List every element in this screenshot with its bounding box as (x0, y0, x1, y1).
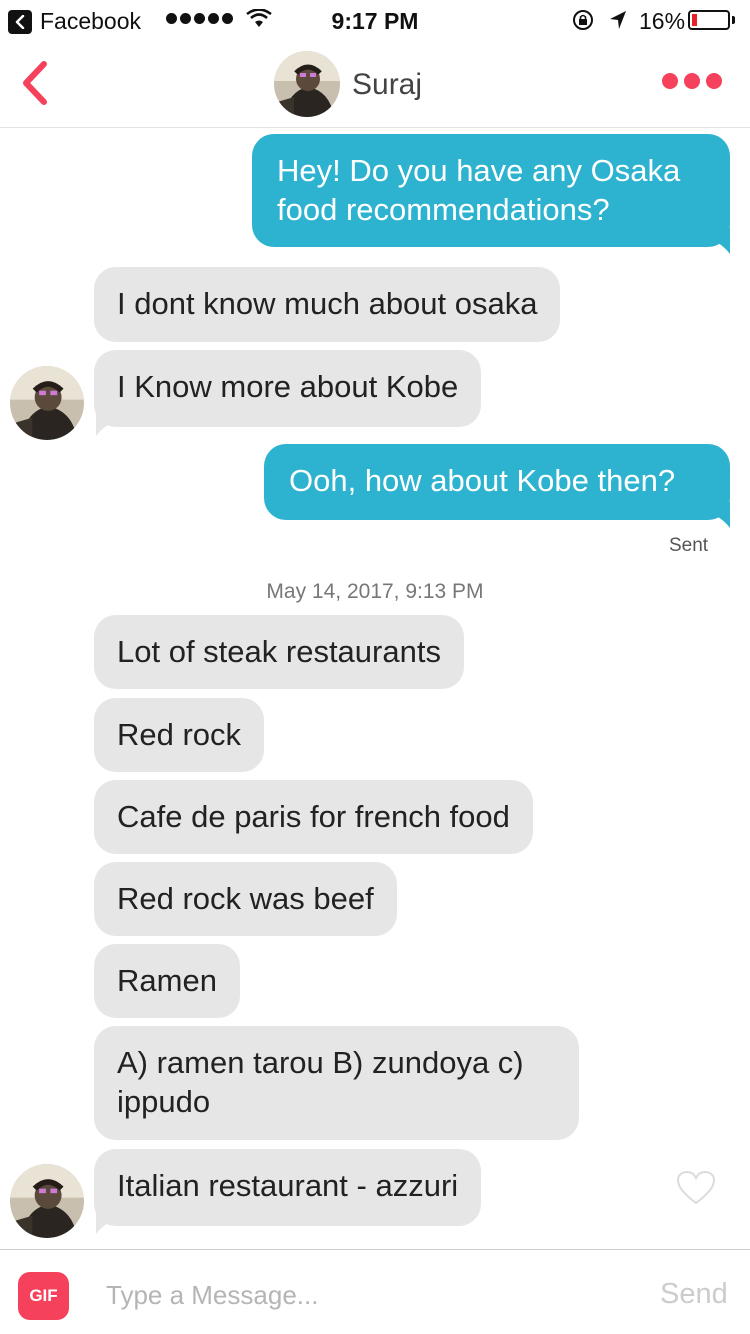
like-heart-icon[interactable] (676, 1170, 716, 1206)
message-input[interactable] (96, 1272, 636, 1318)
message-bubble-received[interactable]: Red rock was beef (94, 862, 397, 936)
bubble-tail (716, 228, 730, 254)
battery-percent: 16% (639, 8, 686, 34)
contact-avatar[interactable] (10, 366, 84, 440)
bubble-tail (96, 408, 110, 436)
status-bar: Facebook 9:17 PM 16% (0, 0, 750, 40)
message-bubble-received[interactable]: Ramen (94, 944, 240, 1018)
message-timestamp: May 14, 2017, 9:13 PM (266, 580, 484, 603)
location-arrow-icon (610, 11, 626, 29)
more-options-icon[interactable] (662, 73, 722, 89)
gif-button[interactable]: GIF (18, 1272, 69, 1320)
message-composer: GIF Send (0, 1249, 750, 1334)
message-bubble-received[interactable]: A) ramen tarou B) zundoya c) ippudo (94, 1026, 579, 1140)
clock-time: 9:17 PM (331, 8, 419, 34)
message-bubble-sent[interactable]: Ooh, how about Kobe then? (264, 444, 730, 520)
message-bubble-received[interactable]: Lot of steak restaurants (94, 615, 464, 689)
contact-avatar[interactable] (274, 51, 340, 117)
back-chevron-icon[interactable] (16, 58, 56, 108)
message-bubble-received[interactable]: I Know more about Kobe (94, 350, 482, 427)
rotation-lock-icon (573, 10, 593, 30)
message-bubble-sent[interactable]: Hey! Do you have any Osaka food recommen… (252, 134, 730, 247)
battery-icon (688, 10, 730, 30)
contact-name[interactable]: Suraj (352, 68, 422, 102)
message-bubble-received[interactable]: Italian restaurant - azzuri (94, 1149, 482, 1226)
send-button[interactable]: Send (660, 1278, 728, 1311)
delivery-status: Sent (669, 535, 709, 556)
bubble-tail (716, 502, 730, 528)
chat-header: Suraj (0, 40, 750, 128)
contact-avatar[interactable] (10, 1164, 84, 1238)
message-bubble-received[interactable]: Cafe de paris for french food (94, 780, 533, 854)
bubble-tail (96, 1206, 110, 1234)
message-bubble-received[interactable]: I dont know much about osaka (94, 267, 561, 342)
message-bubble-received[interactable]: Red rock (94, 698, 265, 772)
